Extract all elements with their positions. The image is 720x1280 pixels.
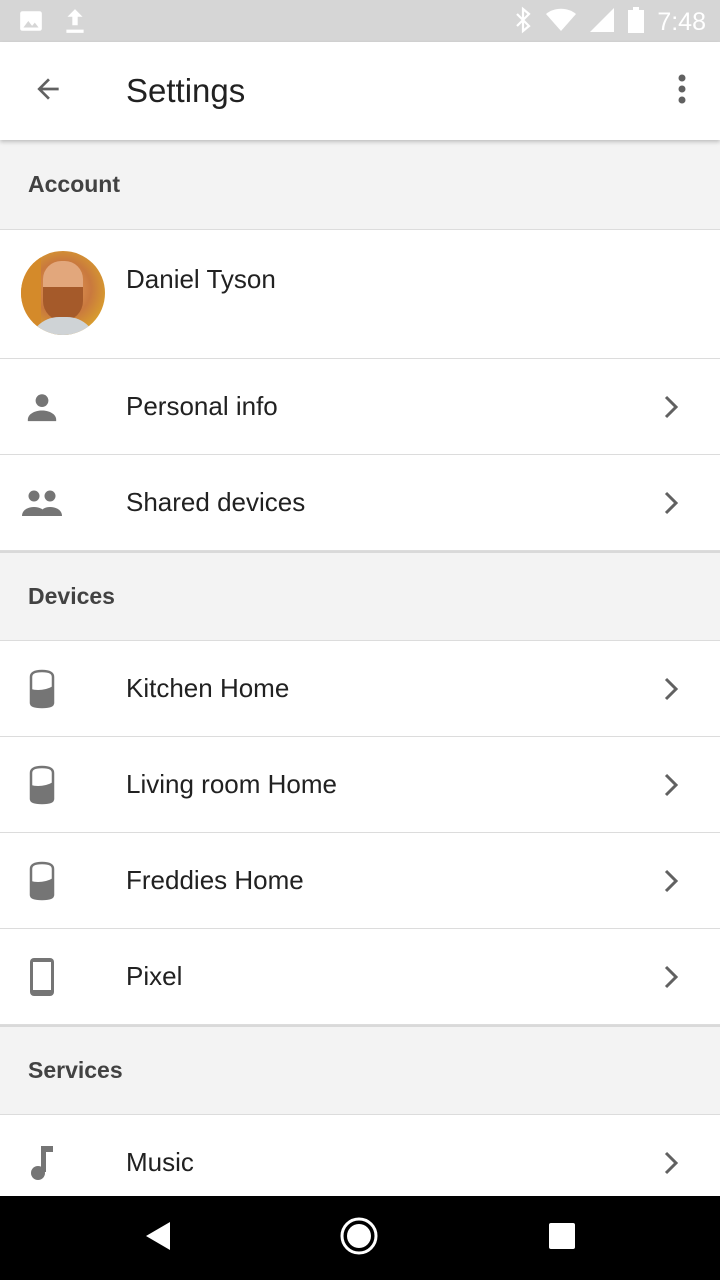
profile-name: Daniel Tyson	[126, 264, 276, 294]
row-living-room-home[interactable]: Living room Home	[0, 737, 720, 833]
row-pixel[interactable]: Pixel	[0, 929, 720, 1025]
chevron-right-icon	[658, 1150, 684, 1176]
row-label: Personal info	[126, 391, 278, 421]
row-label: Freddies Home	[126, 865, 304, 895]
section-header-services: Services	[0, 1025, 720, 1115]
chevron-right-icon	[658, 676, 684, 702]
section-header-devices: Devices	[0, 551, 720, 641]
chevron-right-icon	[658, 868, 684, 894]
row-label: Pixel	[126, 961, 183, 991]
row-label: Music	[126, 1147, 194, 1177]
settings-list: Account Daniel Tyson Personal info Share…	[0, 140, 720, 1196]
back-button[interactable]	[24, 67, 72, 115]
music-note-icon	[22, 1143, 62, 1183]
section-title: Services	[28, 1057, 123, 1083]
google-home-icon	[22, 765, 62, 805]
signal-icon	[589, 7, 615, 38]
people-icon	[22, 483, 62, 523]
wifi-icon	[545, 7, 577, 38]
avatar	[21, 251, 105, 335]
row-kitchen-home[interactable]: Kitchen Home	[0, 641, 720, 737]
nav-recents-button[interactable]	[538, 1214, 586, 1262]
account-profile-row[interactable]: Daniel Tyson	[0, 230, 720, 359]
row-label: Living room Home	[126, 769, 337, 799]
section-title: Devices	[28, 583, 115, 609]
chevron-right-icon	[658, 772, 684, 798]
status-time: 7:48	[657, 8, 706, 36]
row-music[interactable]: Music	[0, 1115, 720, 1196]
recents-square-icon	[548, 1222, 576, 1255]
nav-home-button[interactable]	[335, 1214, 383, 1262]
row-personal-info[interactable]: Personal info	[0, 359, 720, 455]
section-header-account: Account	[0, 140, 720, 230]
chevron-right-icon	[658, 490, 684, 516]
row-label: Shared devices	[126, 487, 306, 517]
chevron-right-icon	[658, 394, 684, 420]
phone-icon	[22, 957, 62, 997]
back-triangle-icon	[144, 1221, 172, 1256]
image-icon	[18, 8, 44, 39]
chevron-right-icon	[658, 964, 684, 990]
home-circle-icon	[339, 1216, 379, 1261]
more-vert-icon	[677, 74, 687, 109]
upload-icon	[62, 7, 88, 40]
status-bar: 7:48	[0, 0, 720, 42]
battery-icon	[627, 6, 645, 39]
section-title: Account	[28, 171, 120, 197]
system-nav-bar	[0, 1196, 720, 1280]
arrow-back-icon	[32, 73, 64, 110]
person-icon	[22, 387, 62, 427]
row-label: Kitchen Home	[126, 673, 290, 703]
bluetooth-icon	[513, 6, 533, 39]
app-bar: Settings	[0, 42, 720, 140]
nav-back-button[interactable]	[134, 1214, 182, 1262]
google-home-icon	[22, 861, 62, 901]
page-title: Settings	[126, 72, 246, 109]
row-freddies-home[interactable]: Freddies Home	[0, 833, 720, 929]
row-shared-devices[interactable]: Shared devices	[0, 455, 720, 551]
more-options-button[interactable]	[658, 67, 706, 115]
google-home-icon	[22, 669, 62, 709]
